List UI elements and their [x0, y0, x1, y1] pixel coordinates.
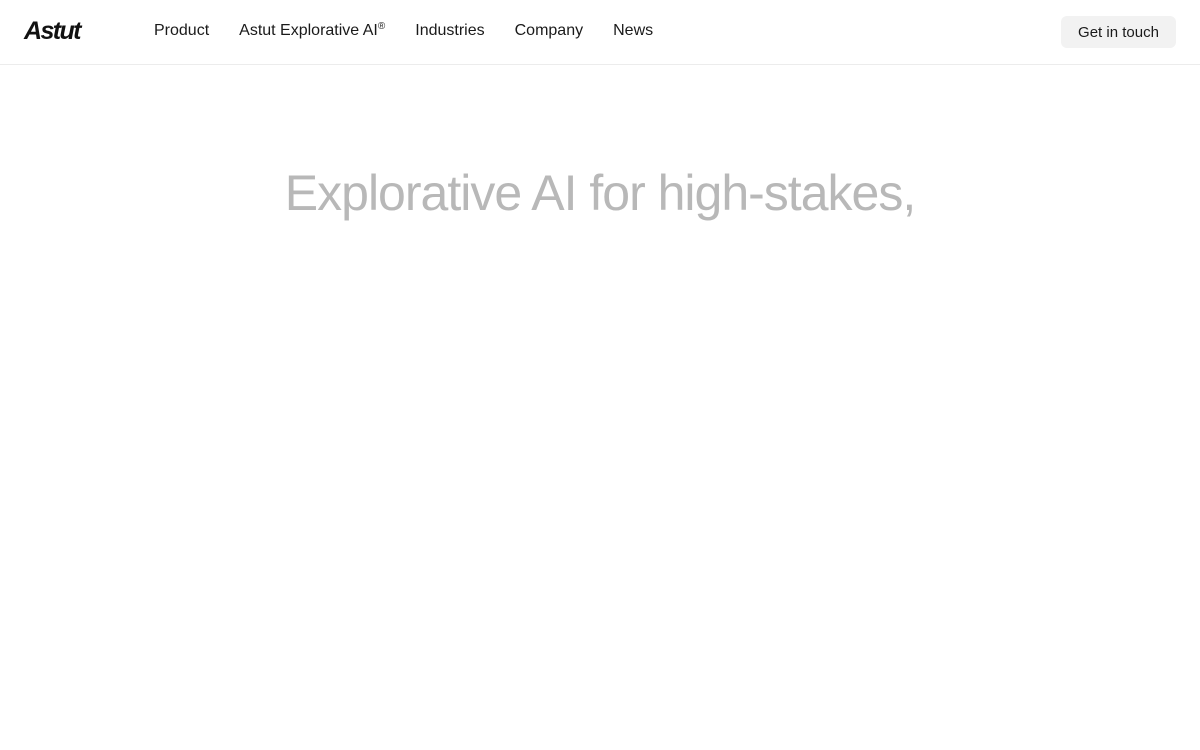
top-navbar: Astut Product Astut Explorative AI® Indu… — [0, 0, 1200, 65]
astut-logo[interactable]: Astut — [24, 17, 81, 45]
nav-item-label: Company — [514, 22, 584, 39]
registered-mark: ® — [377, 21, 386, 32]
main-nav: Product Astut Explorative AI® Industries… — [154, 20, 683, 42]
nav-item-label: Product — [154, 22, 210, 39]
nav-item-product[interactable]: Product — [154, 20, 209, 42]
hero-section: Explorative AI for high-stakes, — [0, 160, 1200, 226]
nav-item-industries[interactable]: Industries — [415, 20, 484, 42]
page: Astut Product Astut Explorative AI® Indu… — [0, 0, 1200, 750]
nav-item-label: News — [613, 22, 654, 39]
nav-item-company[interactable]: Company — [515, 20, 583, 42]
nav-item-news[interactable]: News — [613, 20, 653, 42]
logo-wordmark: Astut — [24, 17, 81, 45]
get-in-touch-button[interactable]: Get in touch — [1061, 16, 1176, 48]
nav-item-label: Astut Explorative AI — [239, 22, 378, 39]
hero-title: Explorative AI for high-stakes, — [284, 165, 916, 221]
nav-item-label: Industries — [415, 22, 485, 39]
nav-item-astut-explorative-ai[interactable]: Astut Explorative AI® — [239, 20, 385, 42]
